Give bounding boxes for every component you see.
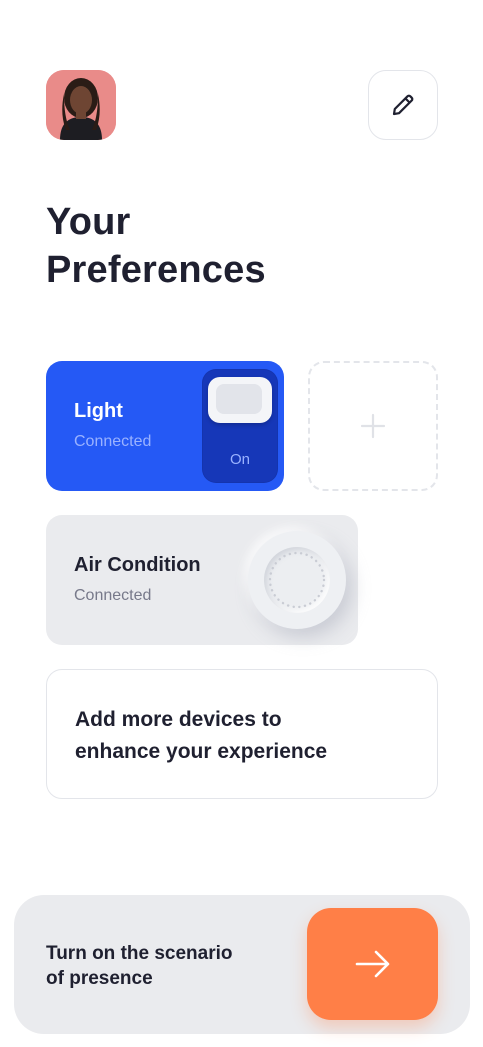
page-title: Your Preferences	[46, 201, 266, 291]
light-toggle-switch[interactable]: On	[202, 369, 278, 483]
pencil-icon	[392, 94, 414, 116]
avatar-image	[46, 70, 116, 140]
scenario-go-button[interactable]	[307, 908, 438, 1020]
scenario-text: Turn on the scenario of presence	[46, 943, 233, 989]
add-device-slot[interactable]	[308, 361, 438, 491]
light-device-name: Light	[74, 400, 123, 422]
edit-button[interactable]	[368, 70, 438, 140]
scenario-bar: Turn on the scenario of presence	[14, 895, 470, 1034]
toggle-label: On	[229, 451, 250, 468]
air-condition-device-card[interactable]: Air Condition Connected	[46, 515, 358, 645]
toggle-knob	[208, 377, 272, 423]
light-device-status: Connected	[74, 433, 152, 450]
dial-dots	[268, 551, 326, 609]
dial-inner	[264, 547, 330, 613]
air-condition-device-name: Air Condition	[74, 554, 201, 576]
plus-icon	[360, 413, 386, 439]
add-devices-info-text: Add more devices to enhance your experie…	[75, 708, 328, 763]
air-condition-device-status: Connected	[74, 587, 152, 604]
air-condition-dial[interactable]	[248, 531, 346, 629]
light-device-card[interactable]: Light Connected On	[46, 361, 284, 491]
avatar[interactable]	[46, 70, 116, 140]
arrow-right-icon	[355, 950, 389, 978]
add-devices-info-card: Add more devices to enhance your experie…	[46, 669, 438, 799]
